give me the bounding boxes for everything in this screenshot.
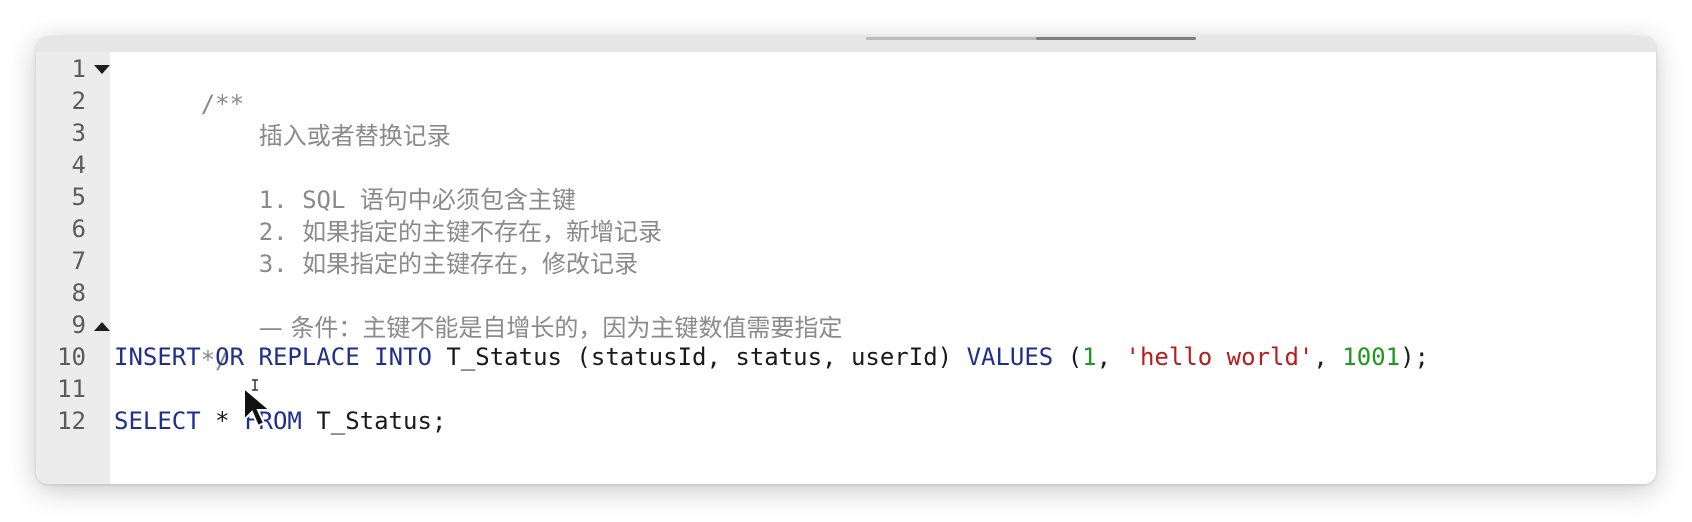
code-line-4: 1. SQL 语句中必须包含主键	[172, 148, 576, 214]
comment-item3-num: 3.	[258, 250, 288, 278]
column-list: (statusId, status, userId)	[576, 343, 953, 371]
code-line-5: 2. 如果指定的主键不存在，新增记录	[172, 180, 662, 246]
code-line-2: 插入或者替换记录	[172, 84, 451, 150]
kw-insert: INSERT	[114, 343, 201, 371]
comment-title: 插入或者替换记录	[258, 122, 451, 150]
value-status-text: 'hello world'	[1125, 343, 1314, 371]
separator: ,	[1313, 343, 1343, 371]
title-bar	[36, 36, 1656, 52]
separator: ,	[1096, 343, 1126, 371]
table-name: T_Status	[446, 343, 562, 371]
line-number: 1	[71, 55, 86, 83]
code-area[interactable]: /** 插入或者替换记录 1. SQL 语句中必须包含主键 2. 如果指定的主键…	[114, 52, 1656, 484]
kw-values: VALUES	[966, 343, 1054, 371]
line-number: 7	[71, 247, 86, 275]
kw-or: OR	[215, 343, 245, 371]
code-line-10: INSERT OR REPLACE INTO T_Status (statusI…	[114, 340, 1429, 375]
code-line-8: — 条件：主键不能是自增长的，因为主键数值需要指定	[172, 276, 843, 342]
table-name: T_Status;	[316, 407, 447, 435]
line-number: 10	[57, 343, 86, 371]
code-line-6: 3. 如果指定的主键存在，修改记录	[172, 212, 638, 278]
comment-item3-text: 如果指定的主键存在，修改记录	[302, 250, 639, 278]
fold-expand-icon[interactable]	[94, 322, 110, 331]
title-tab[interactable]	[866, 37, 1062, 40]
value-user-id: 1001	[1342, 343, 1401, 371]
line-number: 2	[71, 87, 86, 115]
line-number: 6	[71, 215, 86, 243]
title-tab-active[interactable]	[1036, 37, 1196, 40]
mouse-pointer-icon	[243, 379, 273, 428]
code-line-12: SELECT * FROM T_Status;	[114, 404, 446, 439]
kw-replace: REPLACE	[258, 343, 360, 371]
line-number: 3	[71, 119, 86, 147]
comment-condition: — 条件：主键不能是自增长的，因为主键数值需要指定	[258, 314, 843, 342]
line-number: 5	[71, 183, 86, 211]
kw-select: SELECT	[114, 407, 201, 435]
code-line-1: /**	[114, 52, 244, 118]
select-star: *	[215, 407, 230, 435]
code-line-9: */	[114, 308, 230, 374]
line-number: 11	[57, 375, 86, 403]
line-number: 4	[71, 151, 86, 179]
kw-into: INTO	[374, 343, 432, 371]
line-number: 9	[71, 311, 86, 339]
line-number: 8	[71, 279, 86, 307]
value-status-id: 1	[1082, 343, 1097, 371]
line-number: 12	[57, 407, 86, 435]
line-number-gutter: 1 2 3 4 5 6 7 8 9 10 11 12	[36, 52, 110, 484]
paren-open: (	[1067, 343, 1083, 371]
fold-collapse-icon[interactable]	[94, 65, 110, 74]
paren-close: );	[1400, 343, 1429, 371]
